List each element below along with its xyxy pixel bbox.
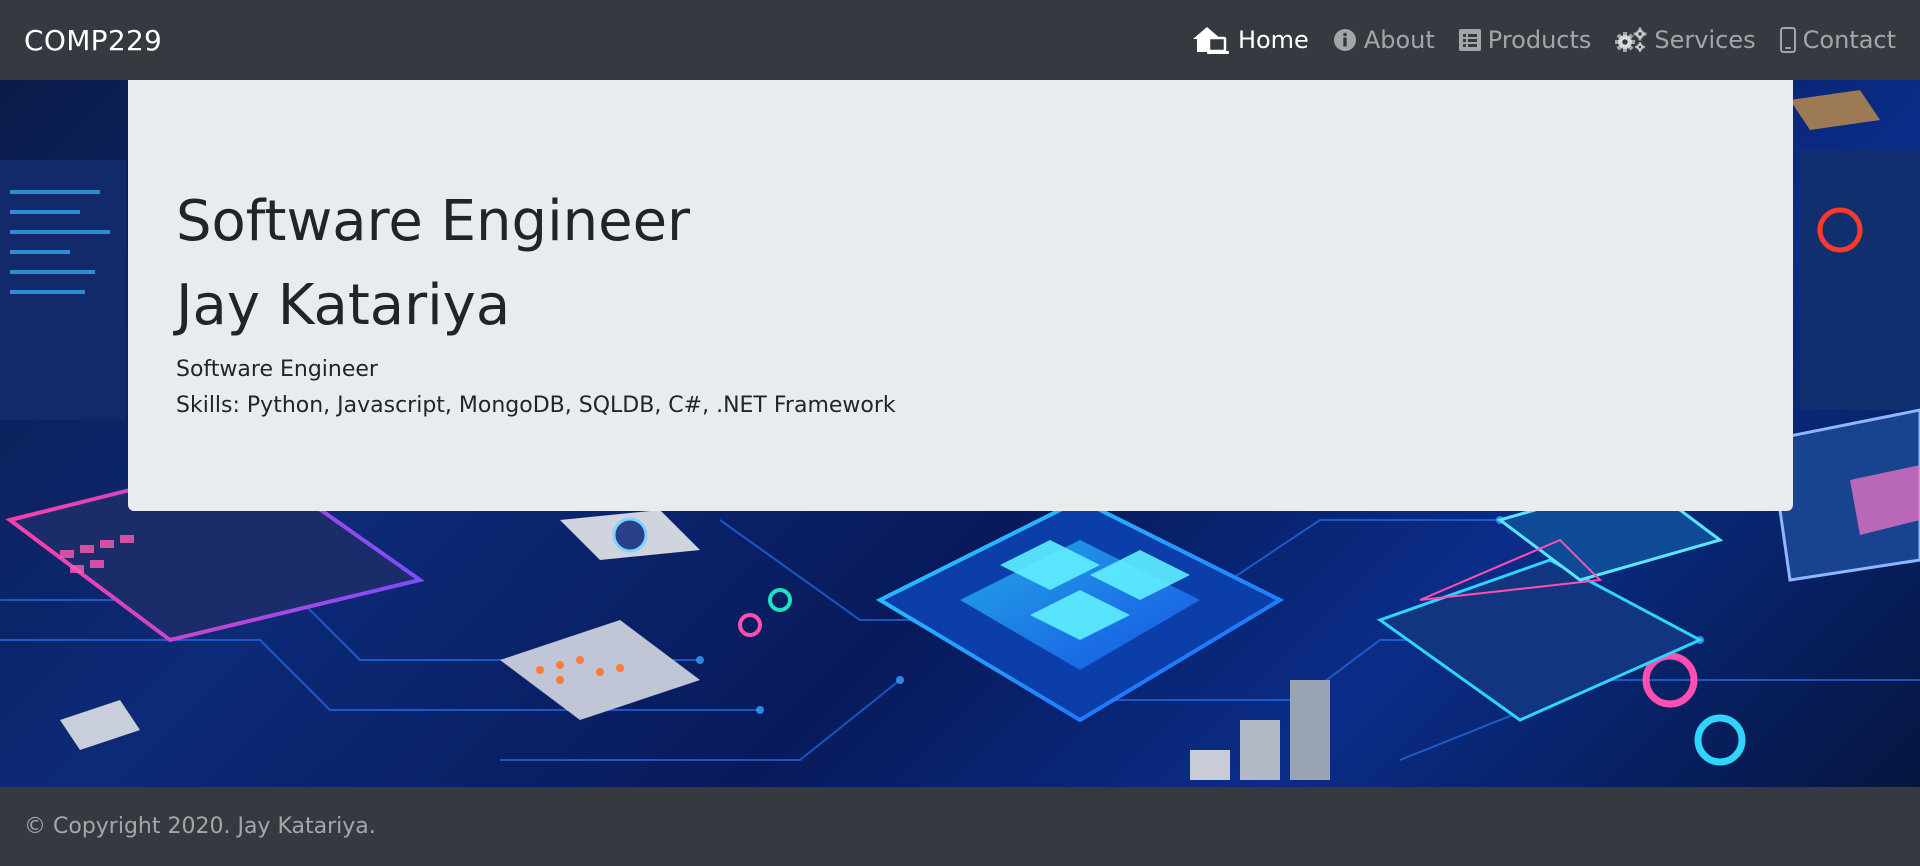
nav-item-label: Products <box>1487 26 1592 54</box>
nav-item-label: Services <box>1654 26 1756 54</box>
footer: © Copyright 2020. Jay Katariya. <box>0 787 1920 866</box>
copyright-text: © Copyright 2020. Jay Katariya. <box>24 814 376 839</box>
nav-item-label: Home <box>1237 26 1309 54</box>
nav-item-home[interactable]: Home <box>1191 24 1309 56</box>
hero-background: Software Engineer Jay Katariya Software … <box>0 80 1920 787</box>
nav-item-about[interactable]: About <box>1333 26 1435 54</box>
phone-icon <box>1779 27 1796 53</box>
nav-item-label: About <box>1363 26 1435 54</box>
skills-text: Skills: Python, Javascript, MongoDB, SQL… <box>176 393 896 418</box>
title-line-1: Software Engineer <box>176 189 691 254</box>
jumbotron: Software Engineer Jay Katariya Software … <box>128 80 1793 511</box>
info-icon <box>1333 28 1357 52</box>
list-icon <box>1458 29 1481 51</box>
gears-icon <box>1615 27 1647 53</box>
brand-link[interactable]: COMP229 <box>24 24 162 57</box>
top-navbar: COMP229 Home About Products Services Con… <box>0 0 1920 80</box>
title-line-2: Jay Katariya <box>176 273 511 338</box>
role-text: Software Engineer <box>176 357 378 382</box>
nav-item-products[interactable]: Products <box>1458 26 1592 54</box>
home-icon <box>1191 24 1231 56</box>
nav-links: Home About Products Services Contact <box>1191 24 1896 56</box>
jumbotron-title: Software Engineer Jay Katariya <box>176 180 1745 348</box>
nav-item-services[interactable]: Services <box>1615 26 1756 54</box>
nav-item-contact[interactable]: Contact <box>1779 26 1896 54</box>
nav-item-label: Contact <box>1802 26 1896 54</box>
